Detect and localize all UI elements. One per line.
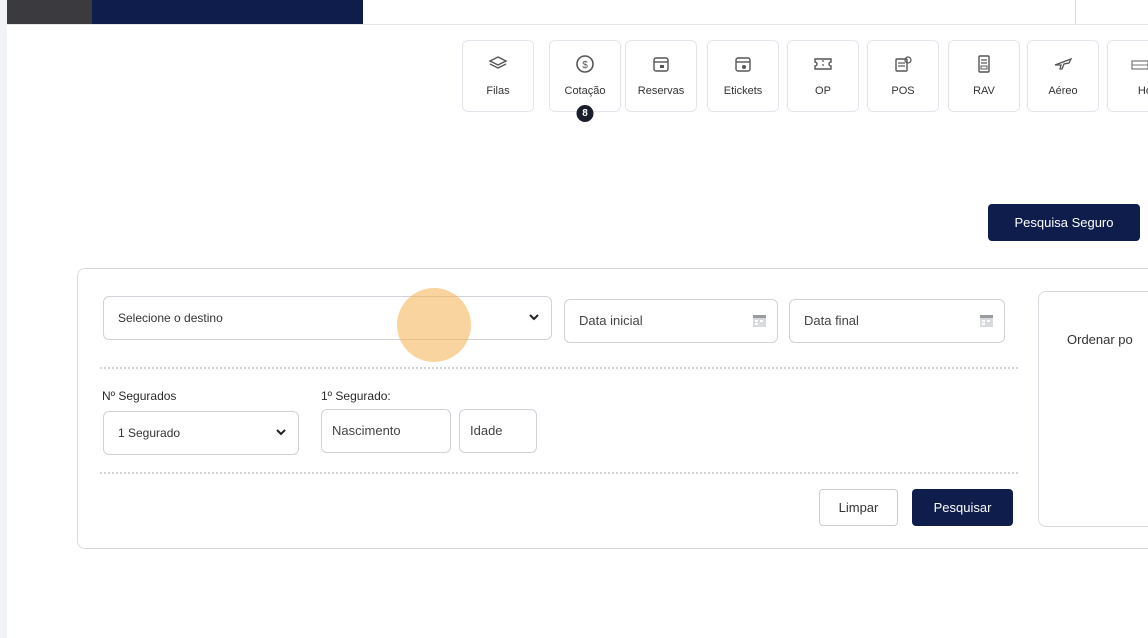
notification-badge: 8	[576, 105, 594, 122]
nav-tile-cotacao[interactable]: $ Cotação 8	[549, 40, 621, 122]
start-date-placeholder: Data inicial	[579, 313, 643, 328]
svg-text:$: $	[582, 60, 588, 71]
birth-date-input[interactable]: Nascimento	[321, 409, 451, 453]
insurance-search-card: Selecione o destino Data inicial Data fi…	[77, 268, 1148, 549]
calendar-icon	[650, 53, 672, 75]
divider	[100, 367, 1018, 369]
nav-tile-label: Reservas	[637, 85, 685, 97]
chevron-down-icon	[527, 310, 541, 324]
nav-tile-aereo[interactable]: Aéreo	[1027, 40, 1099, 112]
nav-tile-label: RAV	[973, 85, 995, 97]
search-button[interactable]: Pesquisar	[912, 489, 1013, 526]
insured-count-value: 1 Segurado	[118, 426, 181, 440]
nav-tile-label: OP	[815, 85, 831, 97]
clear-button[interactable]: Limpar	[819, 489, 898, 526]
chevron-down-icon	[274, 425, 288, 439]
start-date-input[interactable]: Data inicial	[564, 299, 778, 343]
age-placeholder: Idade	[470, 423, 503, 438]
ticket-icon	[812, 53, 834, 75]
birth-date-placeholder: Nascimento	[332, 423, 401, 438]
first-insured-label: 1º Segurado:	[321, 389, 391, 403]
divider	[100, 472, 1018, 474]
calendar-ticket-icon	[732, 53, 754, 75]
click-highlight-indicator	[397, 288, 471, 362]
nav-tile-etickets[interactable]: Etickets	[707, 40, 779, 112]
nav-tile-label: Aéreo	[1048, 85, 1078, 97]
header-dark-segment	[7, 0, 92, 24]
header-brand-segment	[92, 0, 363, 24]
airplane-icon	[1052, 53, 1074, 75]
top-header	[7, 0, 1148, 25]
nav-tile-label: Etickets	[723, 85, 763, 97]
destination-select[interactable]: Selecione o destino	[103, 296, 552, 340]
age-input[interactable]: Idade	[459, 409, 537, 453]
insured-count-label: Nº Segurados	[102, 389, 177, 403]
dollar-coin-icon: $	[574, 53, 596, 75]
destination-value: Selecione o destino	[118, 311, 223, 325]
insured-count-select[interactable]: 1 Segurado	[103, 411, 299, 455]
nav-tile-label: Cotação	[564, 85, 606, 97]
calendar-icon	[979, 313, 994, 328]
calendar-icon	[752, 313, 767, 328]
nav-tile-op[interactable]: OP	[787, 40, 859, 112]
end-date-input[interactable]: Data final	[789, 299, 1005, 343]
sort-panel: Ordenar po	[1038, 291, 1148, 527]
nav-tile-label: Hot	[1137, 85, 1148, 97]
pos-icon	[892, 53, 914, 75]
search-insurance-button[interactable]: Pesquisa Seguro	[988, 204, 1140, 241]
nav-tile-hotel[interactable]: Hot	[1107, 40, 1148, 112]
nav-tile-label: POS	[891, 85, 915, 97]
sort-label[interactable]: Ordenar po	[1067, 332, 1133, 347]
hotel-icon	[1129, 53, 1148, 75]
layers-icon	[487, 53, 509, 75]
nav-tile-label: Filas	[486, 85, 510, 97]
nav-tile-pos[interactable]: POS	[867, 40, 939, 112]
end-date-placeholder: Data final	[804, 313, 859, 328]
nav-tile-filas[interactable]: Filas	[462, 40, 534, 112]
nav-tile-reservas[interactable]: Reservas	[625, 40, 697, 112]
page: Filas $ Cotação 8 Reservas Etickets OP P…	[7, 0, 1148, 638]
header-divider	[1075, 0, 1076, 24]
nav-tile-rav[interactable]: RAV	[948, 40, 1020, 112]
document-icon	[973, 53, 995, 75]
